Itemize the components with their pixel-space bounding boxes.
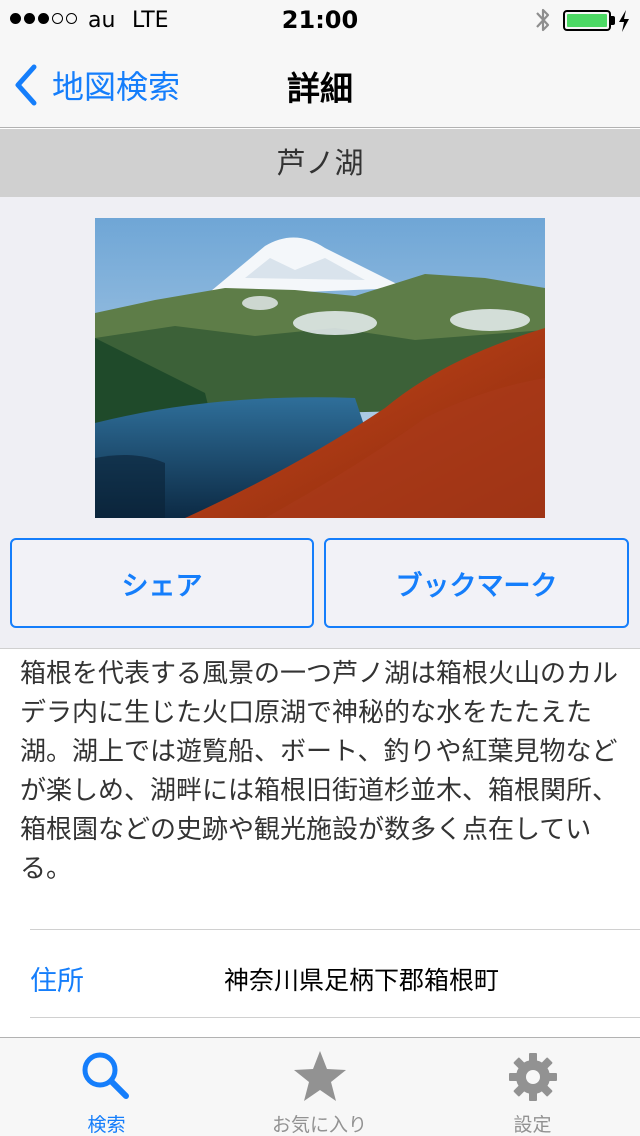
address-value: 神奈川県足柄下郡箱根町	[224, 966, 500, 995]
bluetooth-icon	[536, 8, 550, 32]
gear-icon	[508, 1053, 557, 1101]
address-label: 住所	[30, 966, 84, 997]
battery-icon	[563, 10, 611, 31]
page-title: 詳細	[287, 69, 353, 108]
spot-name-header: 芦ノ湖	[0, 129, 640, 197]
lake-mountain-photo	[95, 218, 545, 518]
navigation-bar: 地図検索 詳細	[0, 40, 640, 128]
spot-description: 箱根を代表する風景の一つ芦ノ湖は箱根火山のカルデラ内に生じた火口原湖で神秘的な水…	[20, 659, 619, 884]
share-button[interactable]: シェア	[10, 538, 314, 628]
battery-level-fill	[567, 14, 607, 27]
tab-label: 設定	[513, 1114, 552, 1136]
divider	[30, 1017, 640, 1018]
divider	[30, 929, 640, 930]
star-icon	[293, 1051, 346, 1101]
tab-search[interactable]: 検索	[0, 1038, 213, 1136]
battery-tip	[611, 16, 615, 25]
charging-bolt-icon	[619, 10, 629, 32]
description-panel: 箱根を代表する風景の一つ芦ノ湖は箱根火山のカルデラ内に生じた火口原湖で神秘的な水…	[0, 648, 640, 1037]
detail-content[interactable]: 芦ノ湖 シェア ブックマーク 箱根を代表する風景の一つ芦ノ湖は箱根火山のカルデラ…	[0, 129, 640, 1037]
bookmark-button[interactable]: ブックマーク	[324, 538, 629, 628]
tab-label: お気に入り	[271, 1114, 367, 1136]
status-bar: au LTE 21:00	[0, 0, 640, 40]
tab-favorites[interactable]: お気に入り	[213, 1038, 426, 1136]
tab-bar: 検索 お気に入り 設定	[0, 1037, 640, 1136]
tab-settings[interactable]: 設定	[426, 1038, 639, 1136]
tab-label: 検索	[87, 1114, 126, 1136]
search-icon	[82, 1052, 129, 1099]
